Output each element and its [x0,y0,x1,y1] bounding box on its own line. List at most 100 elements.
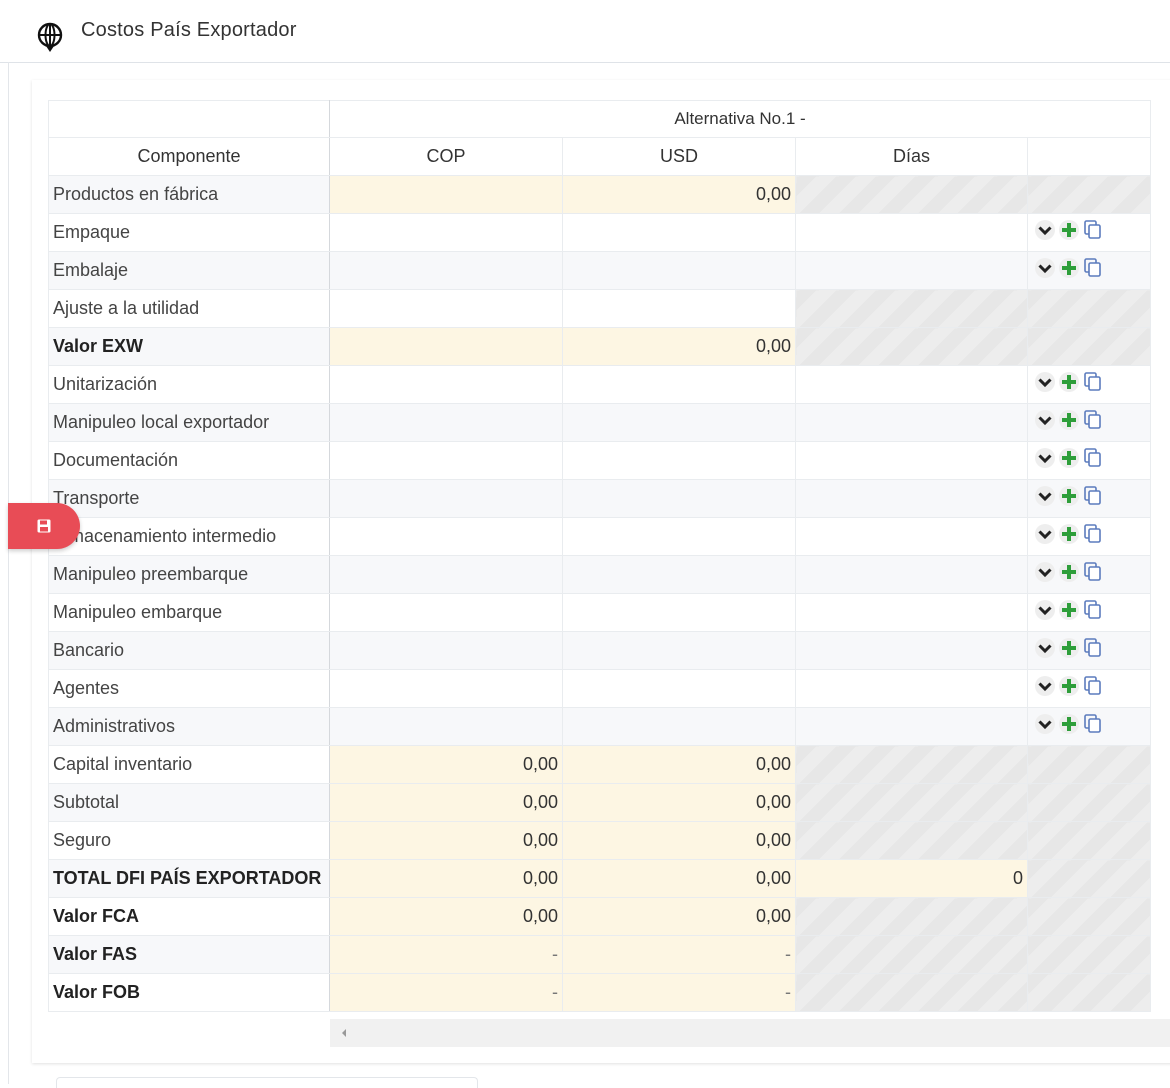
cop-cell[interactable] [329,631,563,670]
chevron-down-icon[interactable] [1034,409,1056,436]
column-header-dias: Días [795,137,1028,176]
plus-icon[interactable] [1058,485,1080,512]
usd-cell[interactable] [562,441,796,480]
dias-cell[interactable] [795,403,1028,442]
dias-cell [795,897,1028,936]
dias-cell[interactable] [795,441,1028,480]
usd-cell[interactable] [562,479,796,518]
plus-icon[interactable] [1058,599,1080,626]
cop-cell[interactable] [329,441,563,480]
copy-icon[interactable] [1082,713,1104,740]
column-header-actions [1026,137,1152,176]
usd-cell[interactable] [562,517,796,556]
chevron-down-icon[interactable] [1034,637,1056,664]
table-row: Embalaje [48,251,1152,290]
plus-icon[interactable] [1058,409,1080,436]
copy-icon[interactable] [1082,447,1104,474]
chevron-down-icon[interactable] [1034,485,1056,512]
save-fab-button[interactable] [8,503,80,549]
dias-cell[interactable] [795,213,1028,252]
actions-cell [1026,783,1152,822]
cop-cell[interactable] [329,365,563,404]
copy-icon[interactable] [1082,257,1104,284]
copy-icon[interactable] [1082,637,1104,664]
cop-cell[interactable] [329,555,563,594]
dias-cell[interactable] [795,517,1028,556]
chevron-down-icon[interactable] [1034,447,1056,474]
column-header-usd: USD [562,137,796,176]
chevron-down-icon[interactable] [1034,219,1056,246]
usd-cell[interactable] [562,555,796,594]
plus-icon[interactable] [1058,447,1080,474]
dias-cell[interactable] [795,251,1028,290]
chevron-down-icon[interactable] [1034,713,1056,740]
plus-icon[interactable] [1058,713,1080,740]
cop-cell[interactable] [329,213,563,252]
usd-cell[interactable] [562,289,796,328]
usd-cell[interactable] [562,593,796,632]
usd-cell[interactable] [562,365,796,404]
plus-icon[interactable] [1058,219,1080,246]
horizontal-scrollbar[interactable] [330,1019,1170,1047]
cop-cell[interactable] [329,517,563,556]
copy-icon[interactable] [1082,599,1104,626]
usd-cell[interactable] [562,631,796,670]
chevron-down-icon[interactable] [1034,675,1056,702]
usd-cell: 0,00 [562,175,796,214]
dias-cell[interactable] [795,479,1028,518]
row-label: Manipuleo embarque [48,593,330,632]
dias-cell[interactable] [795,631,1028,670]
dias-cell [795,745,1028,784]
copy-icon[interactable] [1082,485,1104,512]
actions-cell [1026,745,1152,784]
row-label: Valor FCA [48,897,330,936]
plus-icon[interactable] [1058,371,1080,398]
chevron-down-icon[interactable] [1034,599,1056,626]
copy-icon[interactable] [1082,371,1104,398]
usd-cell[interactable] [562,707,796,746]
actions-cell [1026,365,1152,404]
cop-cell[interactable] [329,707,563,746]
cop-cell[interactable] [329,251,563,290]
row-label: Manipuleo preembarque [48,555,330,594]
chevron-down-icon[interactable] [1034,371,1056,398]
usd-cell[interactable] [562,213,796,252]
actions-cell [1026,707,1152,746]
cop-cell[interactable] [329,289,563,328]
cop-cell: 0,00 [329,821,563,860]
plus-icon[interactable] [1058,675,1080,702]
actions-cell [1026,859,1152,898]
dias-cell[interactable] [795,707,1028,746]
dias-cell[interactable] [795,593,1028,632]
copy-icon[interactable] [1082,409,1104,436]
plus-icon[interactable] [1058,637,1080,664]
chevron-down-icon[interactable] [1034,257,1056,284]
plus-icon[interactable] [1058,523,1080,550]
dias-cell[interactable] [795,365,1028,404]
costs-table: Alternativa No.1 - Componente COP USD Dí… [48,100,1152,1012]
scroll-left-arrow-icon[interactable] [340,1028,348,1038]
copy-icon[interactable] [1082,561,1104,588]
usd-cell[interactable] [562,403,796,442]
cop-cell[interactable] [329,403,563,442]
cop-cell[interactable] [329,479,563,518]
plus-icon[interactable] [1058,561,1080,588]
dias-cell[interactable] [795,555,1028,594]
copy-icon[interactable] [1082,219,1104,246]
dias-cell[interactable] [795,669,1028,708]
row-label: Bancario [48,631,330,670]
cop-cell[interactable] [329,593,563,632]
cop-cell[interactable] [329,669,563,708]
row-label: Manipuleo local exportador [48,403,330,442]
cop-cell [329,175,563,214]
cop-cell: - [329,973,563,1012]
copy-icon[interactable] [1082,523,1104,550]
copy-icon[interactable] [1082,675,1104,702]
chevron-down-icon[interactable] [1034,561,1056,588]
dias-cell: 0 [795,859,1028,898]
usd-cell[interactable] [562,669,796,708]
plus-icon[interactable] [1058,257,1080,284]
table-row: Administrativos [48,707,1152,746]
usd-cell[interactable] [562,251,796,290]
chevron-down-icon[interactable] [1034,523,1056,550]
